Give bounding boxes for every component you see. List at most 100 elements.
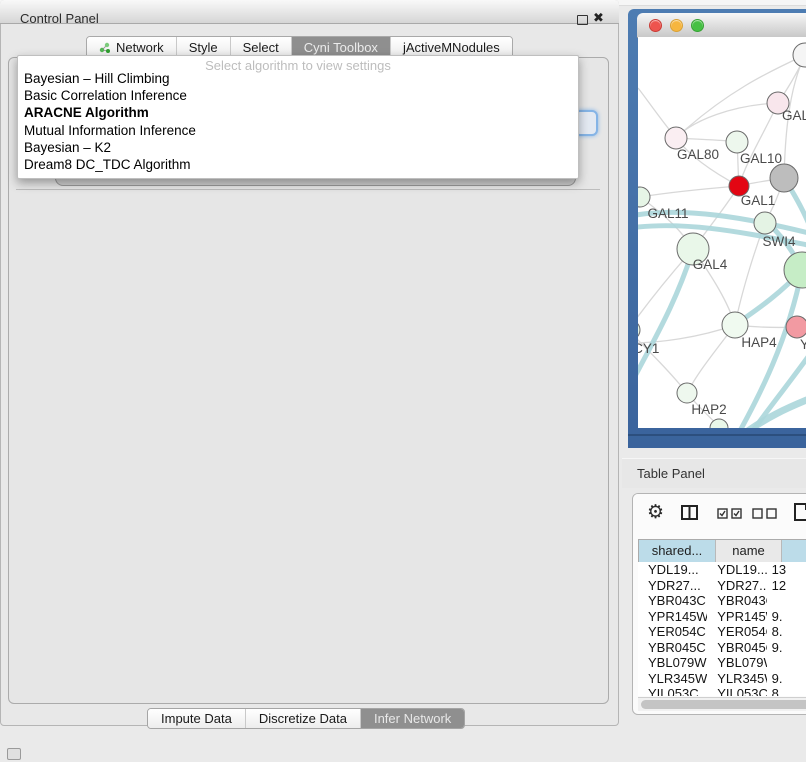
table-cell[interactable]: YBR043C <box>707 593 766 609</box>
table-cell[interactable]: YBL079W <box>638 655 707 671</box>
table-cell[interactable]: 13 <box>767 562 806 578</box>
zoom-traffic-light[interactable] <box>691 19 704 32</box>
table-row[interactable]: YER054CYER054C8. <box>638 624 806 640</box>
network-node-label: GAL10 <box>740 151 782 166</box>
table-row[interactable]: YPR145WYPR145W9. <box>638 609 806 625</box>
network-node[interactable] <box>726 131 748 153</box>
table-cell[interactable]: YER054C <box>707 624 766 640</box>
table-row[interactable]: YBR045CYBR045C9. <box>638 640 806 656</box>
tab-label: Cyni Toolbox <box>304 40 378 55</box>
network-canvas[interactable]: GAL7GAL80GAL10GAL1GAL11SWI4GAL4GCY1HAP4Y… <box>638 37 806 428</box>
table-cell[interactable]: YBL079W <box>707 655 766 671</box>
float-window-icon[interactable] <box>577 15 588 25</box>
table-cell[interactable] <box>767 593 806 609</box>
tab-infer-network[interactable]: Infer Network <box>361 709 464 728</box>
table-row[interactable]: YIL053CYIL053C8 <box>638 686 806 696</box>
select-all-checkboxes-icon[interactable] <box>717 508 743 519</box>
network-window-titlebar[interactable] <box>637 13 806 38</box>
table-cell[interactable]: YDR27... <box>638 578 707 594</box>
dropdown-item-aracne-algorithm[interactable]: ARACNE Algorithm <box>22 104 574 121</box>
table-toolbar: ⚙ <box>633 494 806 538</box>
table-cell[interactable] <box>767 655 806 671</box>
table-row[interactable]: YDR27...YDR27...12 <box>638 578 806 594</box>
table-row[interactable]: YLR345WYLR345W9. <box>638 671 806 687</box>
application-root: Control Panel ✖ NetworkStyleSelectCyni T… <box>0 0 806 762</box>
table-body: YDL19...YDL19...13YDR27...YDR27...12YBR0… <box>638 562 806 696</box>
dropdown-item-dream8-dc-tdc-algorithm[interactable]: Dream8 DC_TDC Algorithm <box>22 156 574 173</box>
network-node[interactable] <box>786 316 806 338</box>
table-row[interactable]: YBL079WYBL079W <box>638 655 806 671</box>
table-header-row: shared...name <box>638 539 806 563</box>
tab-label: Style <box>189 40 218 55</box>
dropdown-item-mutual-information-inference[interactable]: Mutual Information Inference <box>22 122 574 139</box>
table-cell[interactable]: YIL053C <box>638 686 707 696</box>
table-horizontal-scrollbar[interactable] <box>638 697 806 711</box>
table-cell[interactable]: YDR27... <box>707 578 766 594</box>
table-cell[interactable]: YLR345W <box>707 671 766 687</box>
table-row[interactable]: YDL19...YDL19...13 <box>638 562 806 578</box>
gear-icon[interactable]: ⚙ <box>647 503 664 522</box>
network-node[interactable] <box>754 212 776 234</box>
network-edge[interactable] <box>640 186 739 197</box>
tab-label: Impute Data <box>161 711 232 726</box>
network-node[interactable] <box>677 383 697 403</box>
table-cell[interactable]: YDL19... <box>707 562 766 578</box>
tab-impute-data[interactable]: Impute Data <box>148 709 246 728</box>
network-node[interactable] <box>793 43 806 67</box>
network-edge[interactable] <box>638 249 693 386</box>
network-node-label: GAL1 <box>741 193 776 208</box>
network-view-window: GAL7GAL80GAL10GAL1GAL11SWI4GAL4GCY1HAP4Y… <box>628 9 806 448</box>
network-node-label: HAP4 <box>741 335 777 350</box>
network-node[interactable] <box>665 127 687 149</box>
table-cell[interactable]: YBR045C <box>638 640 707 656</box>
tab-label: Network <box>116 40 164 55</box>
table-hscroll-thumb[interactable] <box>641 700 806 709</box>
network-node[interactable] <box>770 164 798 192</box>
tab-label: Discretize Data <box>259 711 347 726</box>
network-node-label: SWI4 <box>762 234 795 249</box>
dropdown-item-bayesian-hill-climbing[interactable]: Bayesian – Hill Climbing <box>22 70 574 87</box>
table-cell[interactable]: 9. <box>767 609 806 625</box>
columns-icon[interactable] <box>681 505 698 520</box>
table-cell[interactable]: YBR045C <box>707 640 766 656</box>
table-cell[interactable]: 8 <box>767 686 806 696</box>
table-cell[interactable]: YIL053C <box>707 686 766 696</box>
column-header-shared[interactable]: shared... <box>639 540 716 562</box>
close-traffic-light[interactable] <box>649 19 662 32</box>
network-node[interactable] <box>638 320 640 340</box>
table-cell[interactable]: YER054C <box>638 624 707 640</box>
network-node[interactable] <box>638 187 650 207</box>
table-cell[interactable]: 9. <box>767 640 806 656</box>
column-header-name[interactable]: name <box>716 540 782 562</box>
network-node-label: GAL7 <box>782 108 806 123</box>
close-panel-icon[interactable]: ✖ <box>593 10 604 26</box>
table-cell[interactable]: 8. <box>767 624 806 640</box>
table-cell[interactable]: YPR145W <box>707 609 766 625</box>
column-header-cut[interactable] <box>782 540 806 562</box>
cyni-bottom-tabbar: Impute Data Discretize Data Infer Network <box>147 708 465 729</box>
table-row[interactable]: YBR043CYBR043C <box>638 593 806 609</box>
table-cell[interactable]: YBR043C <box>638 593 707 609</box>
network-node-label: Y <box>800 337 806 352</box>
network-node-label: GAL80 <box>677 147 719 162</box>
network-node-label: GAL11 <box>647 206 688 221</box>
docked-panel-icon[interactable] <box>7 748 21 760</box>
tab-label: jActiveMNodules <box>403 40 500 55</box>
network-node-label: HAP2 <box>691 402 726 417</box>
table-cell[interactable]: 9. <box>767 671 806 687</box>
tab-label: Infer Network <box>374 711 451 726</box>
table-cell[interactable]: YPR145W <box>638 609 707 625</box>
network-icon <box>99 42 111 54</box>
table-cell[interactable]: YLR345W <box>638 671 707 687</box>
table-cell[interactable]: YDL19... <box>638 562 707 578</box>
tab-discretize-data[interactable]: Discretize Data <box>246 709 361 728</box>
minimize-traffic-light[interactable] <box>670 19 683 32</box>
file-icon[interactable] <box>794 503 806 521</box>
table-window: ⚙ shared...name YDL19...YDL19...13YDR27.… <box>632 493 806 715</box>
algorithm-dropdown-popup: Select algorithm to view settings Bayesi… <box>17 55 579 179</box>
network-node-label: GAL4 <box>693 257 728 272</box>
dropdown-item-bayesian-k2[interactable]: Bayesian – K2 <box>22 139 574 156</box>
dropdown-item-basic-correlation-inference[interactable]: Basic Correlation Inference <box>22 87 574 104</box>
deselect-all-checkboxes-icon[interactable] <box>752 508 778 519</box>
table-cell[interactable]: 12 <box>767 578 806 594</box>
